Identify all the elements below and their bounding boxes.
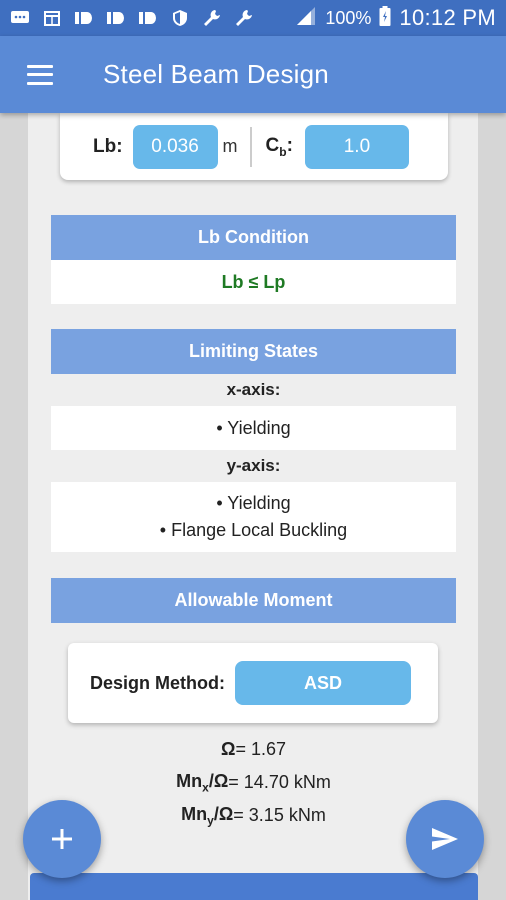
list-item: • Flange Local Buckling <box>159 520 348 540</box>
inputs-card: Lb: 0.036 m Cb: 1.0 <box>60 113 448 180</box>
limiting-states-section: Limiting States x-axis: • Yielding y-axi… <box>51 329 456 552</box>
x-axis-states: • Yielding <box>51 406 456 450</box>
design-method-button[interactable]: ASD <box>235 661 411 705</box>
menu-icon[interactable] <box>27 64 53 85</box>
lb-condition-value: Lb ≤ Lp <box>51 260 456 304</box>
app-icon <box>106 9 126 27</box>
shield-icon <box>170 9 190 27</box>
design-method-card: Design Method: ASD <box>68 643 438 723</box>
signal-icon <box>295 6 317 31</box>
add-button[interactable] <box>23 800 101 878</box>
lb-input[interactable]: 0.036 <box>132 124 218 169</box>
x-axis-label: x-axis: <box>226 380 281 399</box>
allowable-moment-header: Allowable Moment <box>51 578 456 623</box>
design-method-label: Design Method: <box>90 672 225 693</box>
allowable-moment-section: Allowable Moment <box>51 578 456 623</box>
app-bar: Steel Beam Design <box>0 36 506 113</box>
app-icon <box>74 9 94 27</box>
lb-label: Lb: <box>93 135 123 157</box>
battery-icon <box>379 5 391 31</box>
send-button[interactable] <box>406 800 484 878</box>
page-title: Steel Beam Design <box>103 59 329 89</box>
battery-percent: 100% <box>325 7 372 28</box>
list-item: • Yielding <box>216 493 291 513</box>
clock: 10:12 PM <box>399 5 496 30</box>
limiting-states-header: Limiting States <box>51 329 456 374</box>
omega-line: Ω = 1.67 <box>221 739 286 759</box>
lb-condition-section: Lb Condition Lb ≤ Lp <box>51 215 456 304</box>
app-icon <box>138 9 158 27</box>
content-panel: Lb: 0.036 m Cb: 1.0 Lb Condition Lb ≤ Lp… <box>28 113 478 900</box>
status-bar: 100% 10:12 PM <box>0 0 506 36</box>
mny-line: Mny/Ω = 3.15 kNm <box>181 803 326 828</box>
notification-icons <box>10 9 254 27</box>
y-axis-states: • Yielding • Flange Local Buckling <box>51 482 456 552</box>
cb-input[interactable]: 1.0 <box>304 124 409 169</box>
divider <box>249 126 252 167</box>
calendar-icon <box>42 9 62 27</box>
send-icon <box>432 828 458 850</box>
y-axis-label: y-axis: <box>226 456 281 475</box>
wrench-icon <box>234 9 254 27</box>
message-icon <box>10 9 30 27</box>
lb-condition-header: Lb Condition <box>51 215 456 260</box>
next-section-header <box>30 873 478 900</box>
mnx-line: Mnx/Ω = 14.70 kNm <box>176 770 331 795</box>
wrench-icon <box>202 9 222 27</box>
cb-label: Cb: <box>265 134 293 159</box>
lb-unit: m <box>222 136 238 156</box>
plus-icon <box>52 829 72 849</box>
moment-results: Ω = 1.67 Mnx/Ω = 14.70 kNm Mny/Ω = 3.15 … <box>51 733 456 832</box>
list-item: • Yielding <box>216 417 291 438</box>
